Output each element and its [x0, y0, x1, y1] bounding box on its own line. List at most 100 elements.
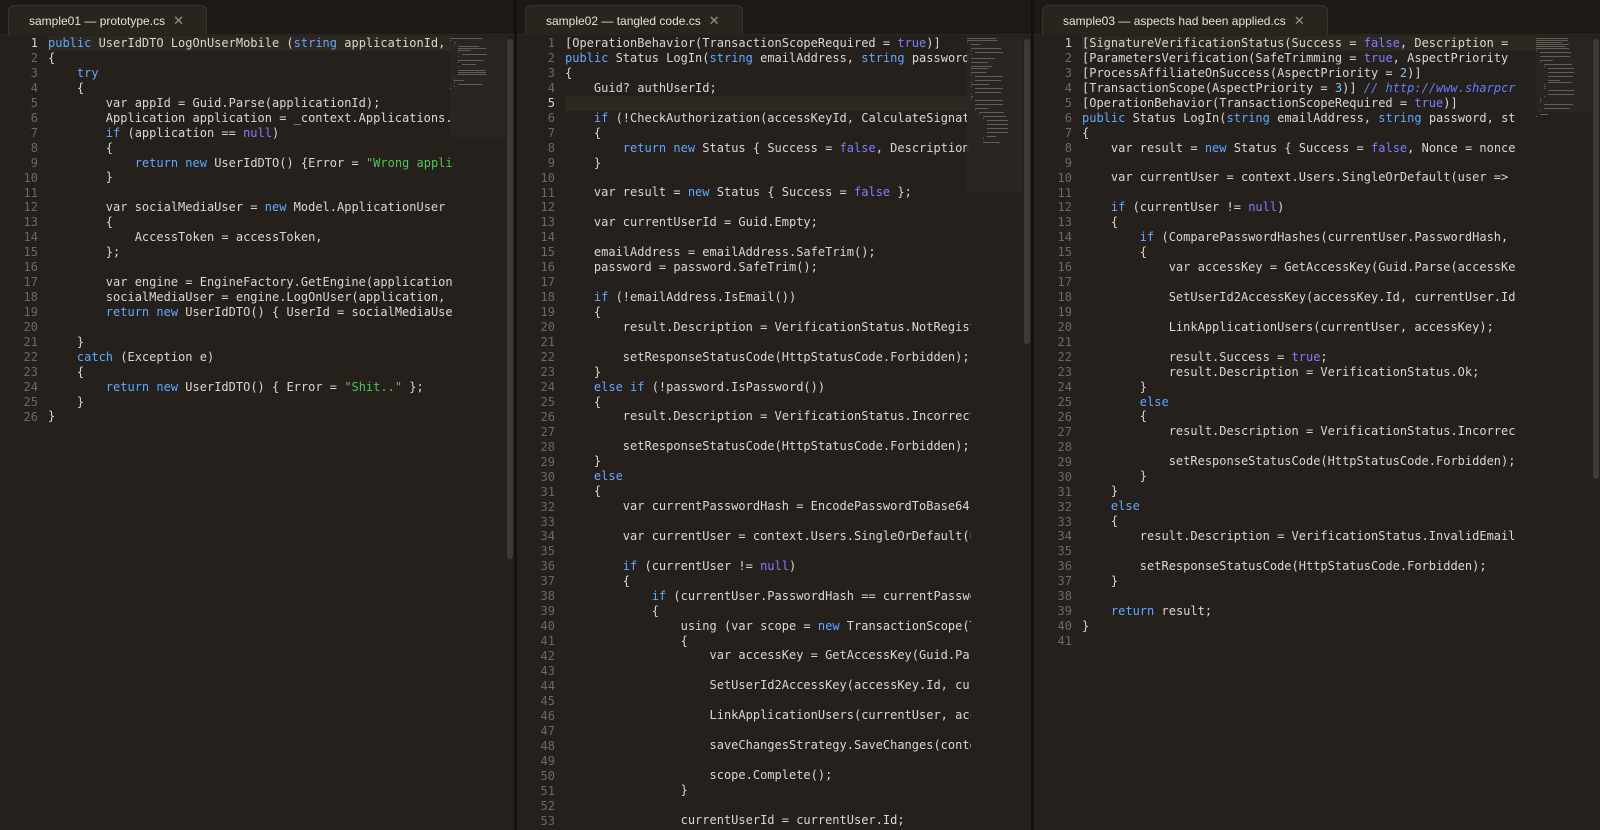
code-line[interactable]: ​	[565, 693, 971, 708]
code-line[interactable]: return new UserIdDTO() { Error = "Shit..…	[48, 380, 454, 395]
code-line[interactable]: setResponseStatusCode(HttpStatusCode.For…	[565, 350, 971, 365]
code-line[interactable]: ​	[1082, 335, 1540, 350]
vertical-scrollbar[interactable]	[1024, 39, 1030, 344]
code-line[interactable]: return result;	[1082, 604, 1540, 619]
code-line[interactable]: using (var scope = new TransactionScope(…	[565, 619, 971, 634]
code-line[interactable]: ​	[565, 753, 971, 768]
code-line[interactable]: result.Description = VerificationStatus.…	[1082, 529, 1540, 544]
code-line[interactable]: result.Description = VerificationStatus.…	[565, 409, 971, 424]
code-line[interactable]: }	[48, 170, 454, 185]
close-icon[interactable]: ✕	[1294, 13, 1305, 28]
code-line[interactable]: ​	[565, 170, 971, 185]
code-line[interactable]: var result = new Status { Success = fals…	[1082, 141, 1540, 156]
code-line[interactable]: var socialMediaUser = new Model.Applicat…	[48, 200, 454, 215]
code-line[interactable]: ​	[565, 544, 971, 559]
code-line[interactable]: result.Description = VerificationStatus.…	[1082, 365, 1540, 380]
code-line[interactable]: [SignatureVerificationStatus(Success = f…	[1082, 36, 1540, 51]
editor-pane-sample02[interactable]: sample02 — tangled code.cs ✕ 1 2 3 4 5 6 7 8 9 10 1…	[517, 0, 1034, 830]
code-line[interactable]: {	[1082, 514, 1540, 529]
code-line[interactable]: ​	[565, 424, 971, 439]
code-line[interactable]: ​	[565, 798, 971, 813]
vertical-scrollbar[interactable]	[1593, 39, 1599, 479]
code-line[interactable]: {	[1082, 245, 1540, 260]
code-line[interactable]: {	[565, 395, 971, 410]
code-line[interactable]: var accessKey = GetAccessKey(Guid.Pars	[565, 648, 971, 663]
code-line[interactable]: {	[48, 81, 454, 96]
code-area[interactable]: [OperationBehavior(TransactionScopeRequi…	[565, 35, 971, 828]
code-line[interactable]: ​	[48, 185, 454, 200]
code-line[interactable]: {	[48, 215, 454, 230]
code-line[interactable]: try	[48, 66, 454, 81]
code-line[interactable]: password = password.SafeTrim();	[565, 260, 971, 275]
code-line[interactable]: SetUserId2AccessKey(accessKey.Id, curren…	[1082, 290, 1540, 305]
code-line[interactable]: result.Description = VerificationStatus.…	[565, 320, 971, 335]
code-line[interactable]: setResponseStatusCode(HttpStatusCode.For…	[565, 439, 971, 454]
code-line[interactable]: else if (!password.IsPassword())	[565, 380, 971, 395]
close-icon[interactable]: ✕	[709, 13, 720, 28]
code-line[interactable]: ​	[48, 320, 454, 335]
code-line[interactable]: result.Success = true;	[1082, 350, 1540, 365]
code-line[interactable]: }	[565, 156, 971, 171]
minimap[interactable]	[1536, 37, 1592, 117]
code-line[interactable]: if (!CheckAuthorization(accessKeyId, Cal…	[565, 111, 971, 126]
code-line[interactable]: {	[1082, 126, 1540, 141]
code-line[interactable]: Guid? authUserId;	[565, 81, 971, 96]
code-line[interactable]: }	[1082, 380, 1540, 395]
code-line[interactable]: if (currentUser != null)	[565, 559, 971, 574]
code-line[interactable]: }	[565, 365, 971, 380]
minimap[interactable]	[967, 37, 1023, 192]
code-line[interactable]: LinkApplicationUsers(currentUser, access…	[1082, 320, 1540, 335]
code-line[interactable]: ​	[565, 335, 971, 350]
code-line[interactable]: var currentUser = context.Users.SingleOr…	[1082, 170, 1540, 185]
code-line[interactable]: AccessToken = accessToken,	[48, 230, 454, 245]
code-line[interactable]: var accessKey = GetAccessKey(Guid.Parse(…	[1082, 260, 1540, 275]
code-line[interactable]: Application application = _context.Appli…	[48, 111, 454, 126]
code-line[interactable]: ​	[565, 663, 971, 678]
code-line[interactable]: [TransactionScope(AspectPriority = 3)] /…	[1082, 81, 1540, 96]
editor-pane-sample03[interactable]: sample03 — aspects had been applied.cs ✕ …	[1034, 0, 1600, 830]
code-line[interactable]: result.Description = VerificationStatus.…	[1082, 424, 1540, 439]
code-line[interactable]: {	[565, 66, 971, 81]
code-line[interactable]: public Status LogIn(string emailAddress,…	[565, 51, 971, 66]
code-line[interactable]: }	[1082, 619, 1540, 634]
code-line[interactable]: var engine = EngineFactory.GetEngine(app…	[48, 275, 454, 290]
tab-sample03[interactable]: sample03 — aspects had been applied.cs ✕	[1042, 5, 1328, 35]
code-line[interactable]: if (ComparePasswordHashes(currentUser.Pa…	[1082, 230, 1540, 245]
code-line[interactable]: {	[48, 51, 454, 66]
tab-sample02[interactable]: sample02 — tangled code.cs ✕	[525, 5, 743, 35]
vertical-scrollbar[interactable]	[507, 39, 513, 559]
code-line[interactable]: if (application == null)	[48, 126, 454, 141]
code-line[interactable]: currentUserId = currentUser.Id;	[565, 813, 971, 828]
code-line[interactable]: [ParametersVerification(SafeTrimming = t…	[1082, 51, 1540, 66]
code-line[interactable]: var appId = Guid.Parse(applicationId);	[48, 96, 454, 111]
code-line[interactable]: ​	[1082, 156, 1540, 171]
code-line[interactable]: setResponseStatusCode(HttpStatusCode.For…	[1082, 454, 1540, 469]
code-line[interactable]: ​	[1082, 185, 1540, 200]
code-editor[interactable]: 1 2 3 4 5 6 7 8 9 10 11 12 13 14 15 16 17 18 19 20 21 22 23 24 2…	[517, 35, 1031, 830]
code-line[interactable]: }	[48, 335, 454, 350]
code-line[interactable]: }	[1082, 574, 1540, 589]
code-editor[interactable]: 1 2 3 4 5 6 7 8 9 10 11 12 13 14 15 16 17 18 19 20 21 22 23 24 2…	[1034, 35, 1600, 830]
code-line[interactable]: }	[1082, 484, 1540, 499]
code-line[interactable]: }	[48, 409, 454, 424]
code-line[interactable]: public UserIdDTO LogOnUserMobile (string…	[48, 36, 454, 51]
code-line[interactable]: ​	[1082, 544, 1540, 559]
code-area[interactable]: public UserIdDTO LogOnUserMobile (string…	[48, 35, 454, 424]
code-line[interactable]: else	[1082, 395, 1540, 410]
code-line[interactable]: {	[1082, 215, 1540, 230]
code-line[interactable]: }	[1082, 469, 1540, 484]
code-line[interactable]: {	[565, 305, 971, 320]
code-line[interactable]: ​	[565, 200, 971, 215]
code-line[interactable]: emailAddress = emailAddress.SafeTrim();	[565, 245, 971, 260]
code-line[interactable]: };	[48, 245, 454, 260]
code-line[interactable]: ​	[1082, 275, 1540, 290]
code-line[interactable]: return new Status { Success = false, Des…	[565, 141, 971, 156]
code-line[interactable]: else	[1082, 499, 1540, 514]
code-line[interactable]: else	[565, 469, 971, 484]
code-line[interactable]: if (!emailAddress.IsEmail())	[565, 290, 971, 305]
code-line[interactable]: return new UserIdDTO() { UserId = social…	[48, 305, 454, 320]
code-line[interactable]: ​	[565, 275, 971, 290]
code-line[interactable]: ​	[48, 260, 454, 275]
code-line[interactable]: if (currentUser.PasswordHash == currentP…	[565, 589, 971, 604]
code-line[interactable]: ​	[565, 95, 971, 111]
